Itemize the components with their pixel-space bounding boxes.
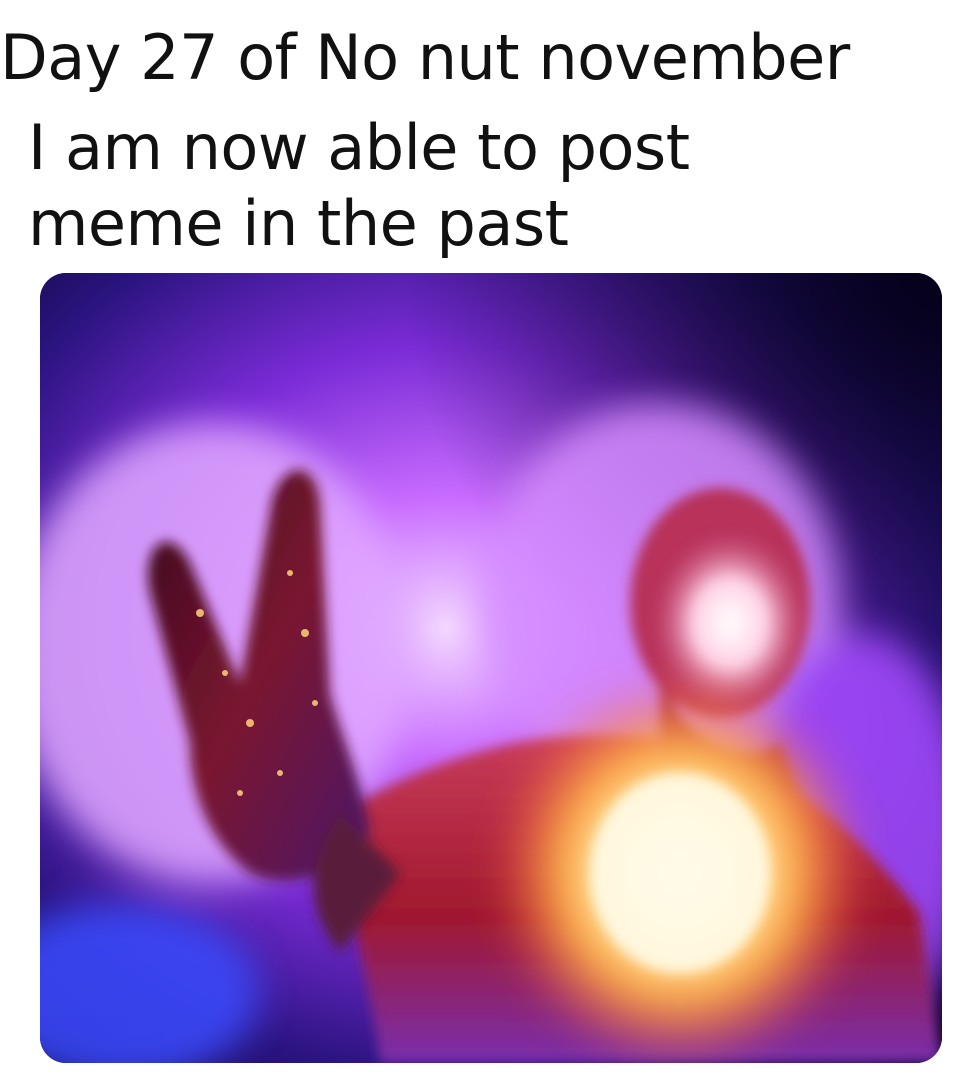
caption-line-3: meme in the past	[28, 187, 569, 260]
caption-line-2: I am now able to post	[28, 111, 690, 184]
caption-line-1: Day 27 of No nut november	[0, 21, 850, 94]
glowing-figure-illustration	[40, 273, 942, 1063]
meme-image	[40, 273, 942, 1063]
